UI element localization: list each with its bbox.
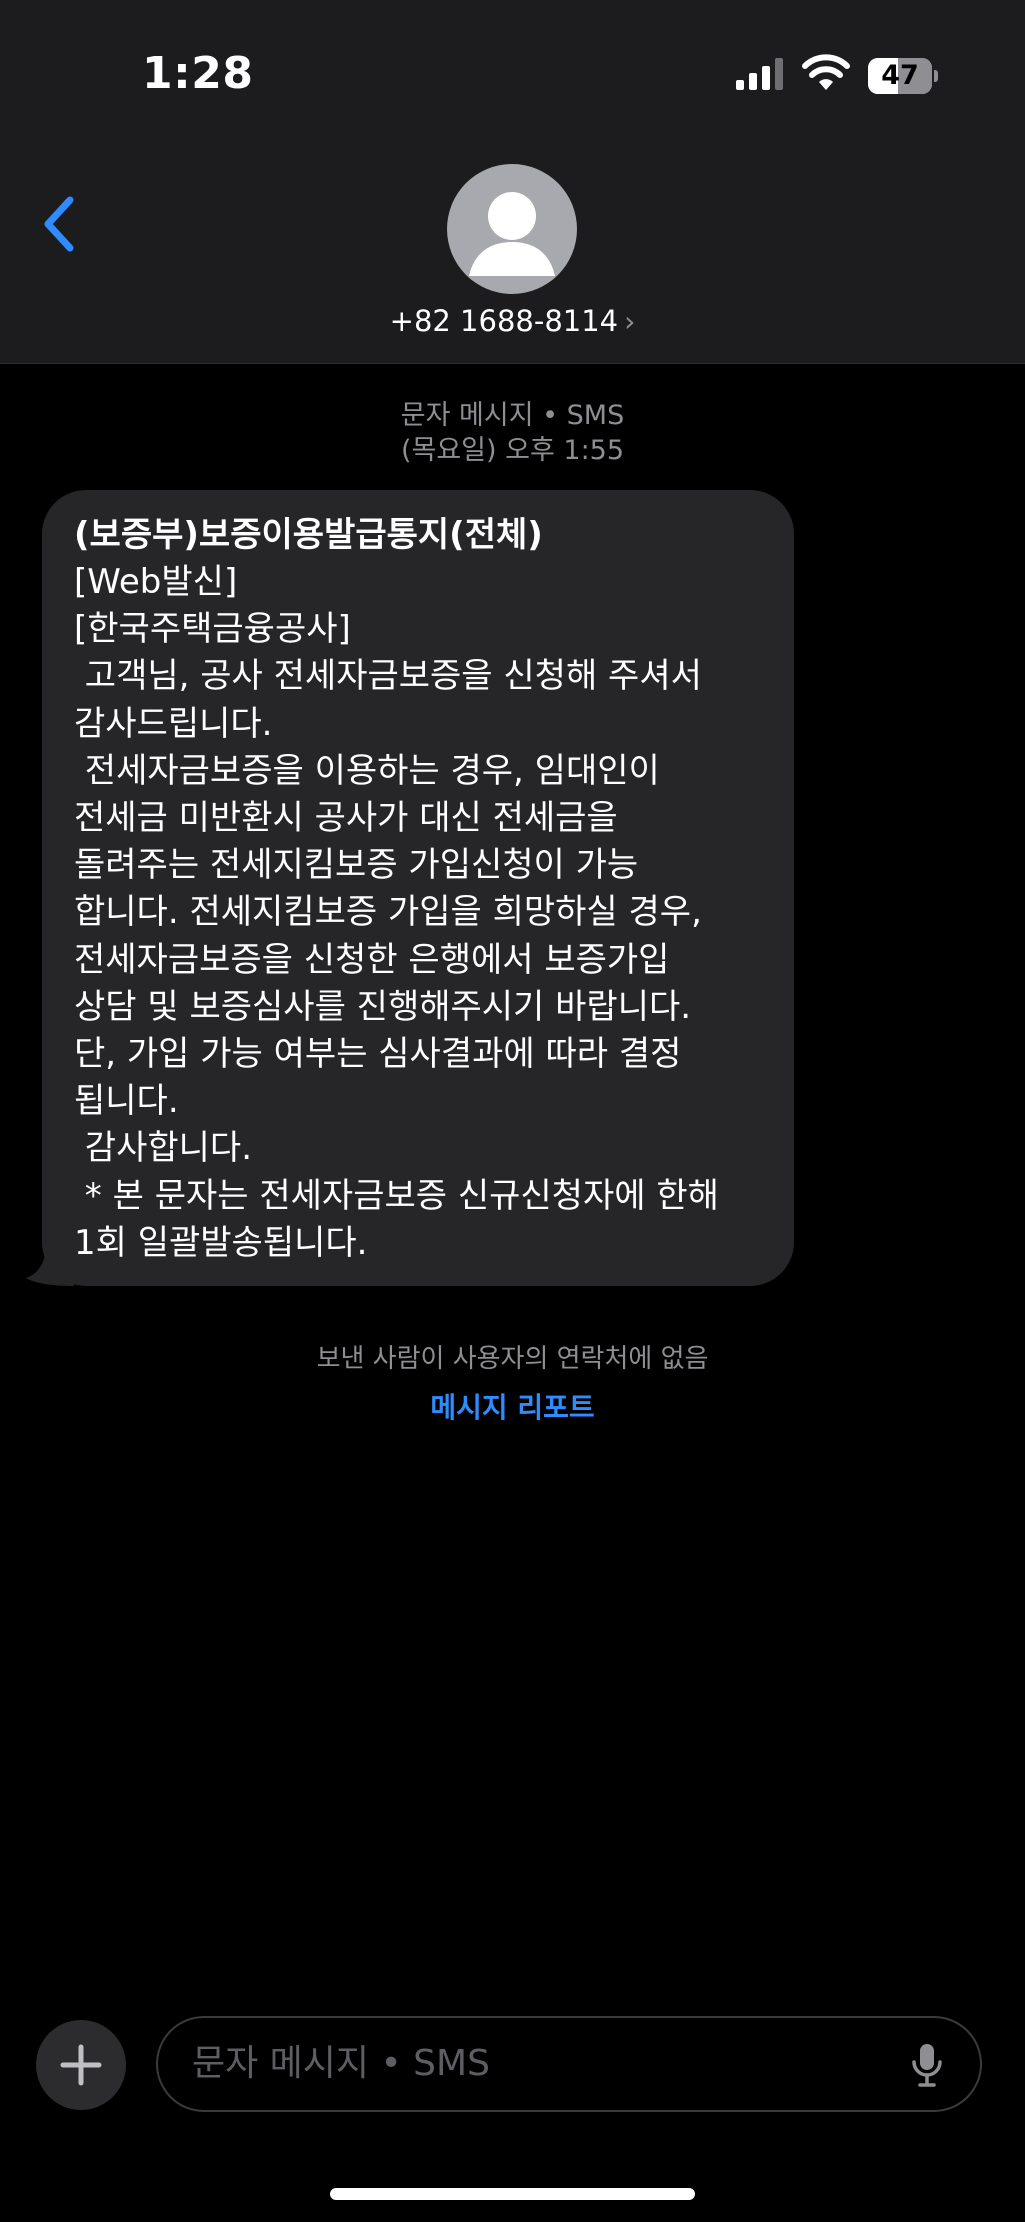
add-attachment-button[interactable] <box>36 2020 126 2110</box>
cellular-signal-icon <box>736 58 783 90</box>
chevron-right-icon: › <box>624 305 636 338</box>
message-type: 문자 메시지 • SMS <box>400 400 625 431</box>
microphone-icon[interactable] <box>910 2042 944 2088</box>
message-bubble[interactable]: (보증부)보증이용발급통지(전체) [Web발신] [한국주택금융공사] 고객님… <box>42 490 794 1286</box>
person-icon <box>469 192 555 276</box>
message-body: [Web발신] [한국주택금융공사] 고객님, 공사 전세자금보증을 신청해 주… <box>74 562 719 1263</box>
status-time: 1:28 <box>142 48 254 99</box>
contact-avatar[interactable] <box>447 164 577 294</box>
battery-body: 47 <box>868 58 932 94</box>
message-input[interactable]: 문자 메시지 • SMS <box>156 2016 982 2112</box>
battery-tip <box>934 70 938 82</box>
report-message-link[interactable]: 메시지 리포트 <box>0 1386 1025 1426</box>
plus-icon <box>60 2044 102 2086</box>
battery-percent: 47 <box>881 60 919 91</box>
conversation-header: 1:28 47 +82 1688-8114 › <box>0 0 1025 364</box>
contact-name[interactable]: +82 1688-8114 › <box>0 304 1025 338</box>
contact-number: +82 1688-8114 <box>389 304 619 338</box>
chevron-left-icon[interactable] <box>38 192 82 256</box>
wifi-icon <box>802 54 850 90</box>
message-title: (보증부)보증이용발급통지(전체) <box>74 515 543 555</box>
home-indicator[interactable] <box>330 2188 695 2200</box>
message-input-placeholder: 문자 메시지 • SMS <box>192 2043 490 2084</box>
unknown-sender-note: 보낸 사람이 사용자의 연락처에 없음 <box>316 1344 709 1374</box>
message-meta: 문자 메시지 • SMS (목요일) 오후 1:55 <box>0 398 1025 468</box>
messages-screen: 1:28 47 +82 1688-8114 › 문자 메시지 • SMS (목요… <box>0 0 1025 2222</box>
message-timestamp: (목요일) 오후 1:55 <box>400 435 625 466</box>
battery-icon: 47 <box>868 58 938 94</box>
